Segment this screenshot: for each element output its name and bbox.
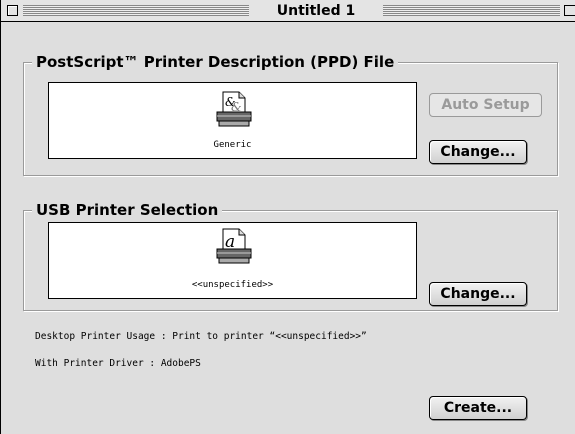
auto-setup-button[interactable]: Auto Setup bbox=[429, 93, 542, 117]
title-bar-stripes-right bbox=[383, 5, 560, 16]
usb-change-button[interactable]: Change... bbox=[429, 282, 527, 306]
app-window: Untitled 1 PostScript™ Printer Descripti… bbox=[0, 0, 575, 434]
title-bar-stripes-left bbox=[23, 5, 249, 16]
printer-usage-text: Desktop Printer Usage : Print to printer… bbox=[35, 331, 367, 342]
ppd-change-button[interactable]: Change... bbox=[429, 140, 527, 164]
usb-well[interactable]: a <<unspecified>> bbox=[48, 222, 417, 299]
printer-a-icon: a bbox=[216, 228, 252, 264]
zoom-box-icon[interactable] bbox=[564, 5, 575, 16]
ppd-well-label: Generic bbox=[213, 140, 252, 150]
ppd-group-title: PostScript™ Printer Description (PPD) Fi… bbox=[32, 52, 399, 72]
usb-well-label: <<unspecified>> bbox=[191, 280, 274, 290]
usb-group-title: USB Printer Selection bbox=[32, 200, 223, 220]
generic-printer-icon: & & bbox=[216, 91, 252, 127]
window-title: Untitled 1 bbox=[251, 3, 381, 19]
close-box-icon[interactable] bbox=[7, 5, 18, 16]
printer-driver-text: With Printer Driver : AdobePS bbox=[35, 358, 201, 369]
ppd-well[interactable]: & & Generic bbox=[48, 82, 417, 159]
title-bar[interactable]: Untitled 1 bbox=[1, 0, 575, 22]
create-button[interactable]: Create... bbox=[429, 396, 527, 420]
